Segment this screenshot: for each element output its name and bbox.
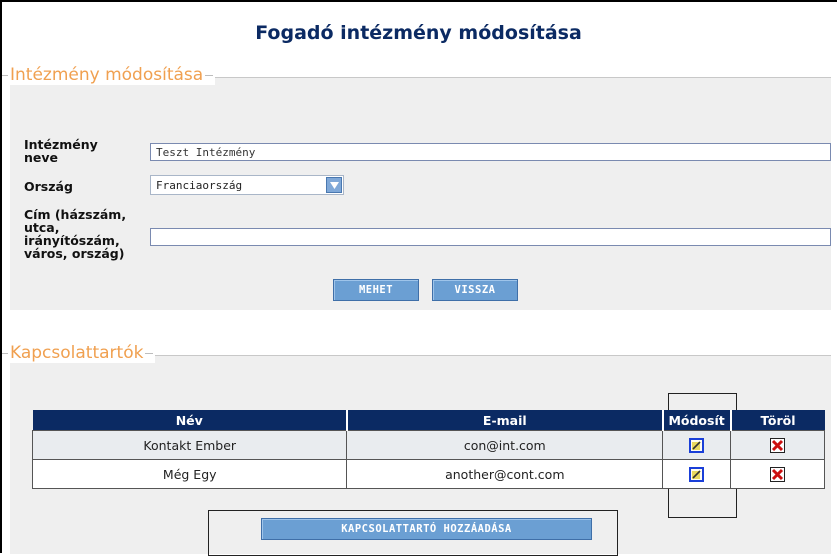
edit-cell <box>662 459 732 489</box>
contacts-fieldset: Kapcsolattartók Név E-mail Módosít Töröl… <box>2 343 831 556</box>
table-row: Kontakt Ember con@int.com <box>31 430 825 460</box>
delete-cell <box>730 459 825 489</box>
column-header-delete: Töröl <box>730 410 825 431</box>
address-input[interactable] <box>150 228 831 246</box>
country-select[interactable]: Franciaország <box>150 175 344 195</box>
contact-name-cell: Kontakt Ember <box>31 430 348 460</box>
submit-button[interactable]: MEHET <box>333 279 419 301</box>
contact-name-cell: Még Egy <box>31 459 348 489</box>
country-label: Ország <box>24 179 73 194</box>
institution-legend: Intézmény módosítása <box>2 65 216 85</box>
contacts-table: Név E-mail Módosít Töröl Kontakt Ember c… <box>31 410 825 489</box>
delete-icon[interactable] <box>770 467 786 482</box>
delete-cell <box>730 430 825 460</box>
contacts-legend: Kapcsolattartók <box>2 343 156 363</box>
edit-icon[interactable] <box>689 467 705 482</box>
back-button[interactable]: VISSZA <box>432 279 518 301</box>
address-label: Cím (házszám, utca, irányítószám, város,… <box>24 207 127 261</box>
column-header-email: E-mail <box>346 410 664 431</box>
column-header-edit: Módosít <box>662 410 732 431</box>
contact-email-cell: con@int.com <box>346 430 664 460</box>
page-title: Fogadó intézmény módosítása <box>255 22 582 44</box>
edit-icon[interactable] <box>689 438 705 453</box>
add-contact-button[interactable]: KAPCSOLATTARTÓ HOZZÁADÁSA <box>261 518 592 540</box>
country-selected-value: Franciaország <box>156 179 243 192</box>
table-row: Még Egy another@cont.com <box>31 459 825 489</box>
edit-cell <box>662 430 732 460</box>
institution-name-label: Intézmény neve <box>24 137 98 165</box>
column-header-name: Név <box>32 410 348 431</box>
table-header-row: Név E-mail Módosít Töröl <box>32 410 825 431</box>
chevron-down-icon[interactable] <box>326 177 342 193</box>
contact-email-cell: another@cont.com <box>346 459 664 489</box>
institution-name-input[interactable]: Teszt Intézmény <box>150 143 831 161</box>
delete-icon[interactable] <box>770 438 786 453</box>
institution-fieldset: Intézmény módosítása Intézmény neve Tesz… <box>2 65 831 310</box>
